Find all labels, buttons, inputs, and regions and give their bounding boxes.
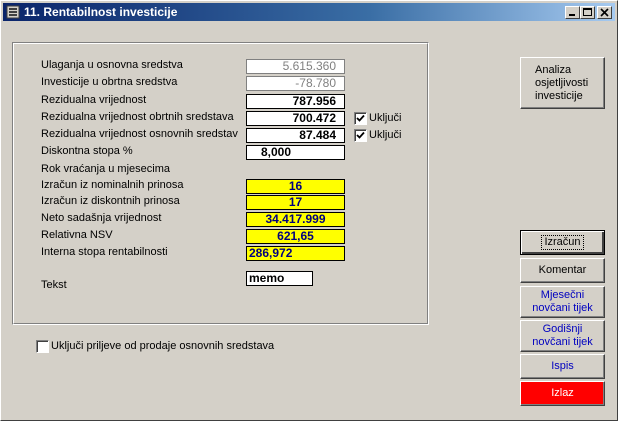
field-diskontna-stopa[interactable]: 8,000 — [246, 145, 345, 160]
maximize-icon — [583, 8, 592, 16]
ispis-label: Ispis — [551, 360, 574, 372]
izracun-label: Izračun — [541, 235, 584, 250]
godisnji-novcani-tijek-button[interactable]: Godišnji novčani tijek — [520, 320, 605, 352]
minimize-icon — [569, 14, 575, 16]
form-icon — [6, 5, 20, 19]
result-relativna-nsv: 621,65 — [246, 229, 345, 244]
app-window: 11. Rentabilnost investicije Ulaganja u … — [0, 0, 618, 421]
field-investicije-obrtna[interactable]: -78.780 — [246, 76, 345, 91]
label-neto-sadasnja: Neto sadašnja vrijednost — [41, 212, 162, 224]
label-diskontni-prinos: Izračun iz diskontnih prinosa — [41, 195, 180, 207]
result-nominalni-prinos: 16 — [246, 179, 345, 194]
izracun-button[interactable]: Izračun — [520, 230, 605, 255]
label-rezidualna-vrijednost: Rezidualna vrijednost — [41, 94, 147, 106]
checkbox-ukljuci-obrtna-label: Uključi — [369, 112, 402, 124]
window-title: 11. Rentabilnost investicije — [24, 5, 178, 19]
mjesecni-novcani-tijek-button[interactable]: Mjesečni novčani tijek — [520, 286, 605, 318]
godisnji-novcani-tijek-label: Godišnji novčani tijek — [532, 323, 593, 348]
label-investicije-obrtna: Investicije u obrtna sredstva — [41, 76, 178, 88]
label-tekst: Tekst — [41, 279, 67, 291]
checkbox-ukljuci-osnovna[interactable] — [354, 129, 367, 142]
checkbox-ukljuci-osnovna-label: Uključi — [369, 129, 402, 141]
analiza-osjetljivosti-label: Analiza osjetljivosti investicije — [535, 63, 589, 102]
label-ulaganja-osnovna: Ulaganja u osnovna sredstva — [41, 59, 183, 71]
label-diskontna-stopa: Diskontna stopa % — [41, 145, 133, 157]
label-rezidualna-osnovnih: Rezidualna vrijednost osnovnih sredstav — [41, 128, 238, 140]
checkbox-prodaja-osnovnih[interactable] — [36, 340, 49, 353]
label-rezidualna-obrtnih: Rezidualna vrijednost obrtnih sredstava — [41, 111, 234, 123]
field-tekst-memo[interactable]: memo — [246, 271, 313, 286]
checkmark-icon — [356, 131, 365, 139]
result-diskontni-prinos: 17 — [246, 195, 345, 210]
label-rok-vracanja: Rok vraćanja u mjesecima — [41, 163, 170, 175]
result-interna-stopa: 286,972 — [246, 246, 345, 261]
field-rezidualna-obrtnih[interactable]: 700.472 — [246, 111, 345, 126]
mjesecni-novcani-tijek-label: Mjesečni novčani tijek — [532, 289, 593, 314]
result-neto-sadasnja: 34.417.999 — [246, 212, 345, 227]
title-bar[interactable]: 11. Rentabilnost investicije — [3, 3, 615, 21]
label-nominalni-prinos: Izračun iz nominalnih prinosa — [41, 179, 184, 191]
izlaz-label: Izlaz — [551, 387, 574, 399]
komentar-button[interactable]: Komentar — [520, 258, 605, 283]
checkmark-icon — [356, 114, 365, 122]
izlaz-button[interactable]: Izlaz — [520, 381, 605, 406]
field-rezidualna-vrijednost[interactable]: 787.956 — [246, 94, 345, 109]
maximize-button[interactable] — [580, 6, 595, 19]
close-icon — [600, 8, 609, 17]
minimize-button[interactable] — [565, 6, 580, 19]
analiza-osjetljivosti-button[interactable]: Analiza osjetljivosti investicije — [520, 57, 605, 109]
komentar-label: Komentar — [538, 264, 587, 276]
label-interna-stopa: Interna stopa rentabilnosti — [41, 246, 168, 258]
field-ulaganja-osnovna[interactable]: 5.615.360 — [246, 59, 345, 74]
ispis-button[interactable]: Ispis — [520, 354, 605, 379]
field-rezidualna-osnovnih[interactable]: 87.484 — [246, 128, 345, 143]
checkbox-prodaja-osnovnih-label: Uključi priljeve od prodaje osnovnih sre… — [51, 340, 275, 352]
close-button[interactable] — [597, 6, 612, 19]
checkbox-ukljuci-obrtna[interactable] — [354, 112, 367, 125]
label-relativna-nsv: Relativna NSV — [41, 229, 113, 241]
